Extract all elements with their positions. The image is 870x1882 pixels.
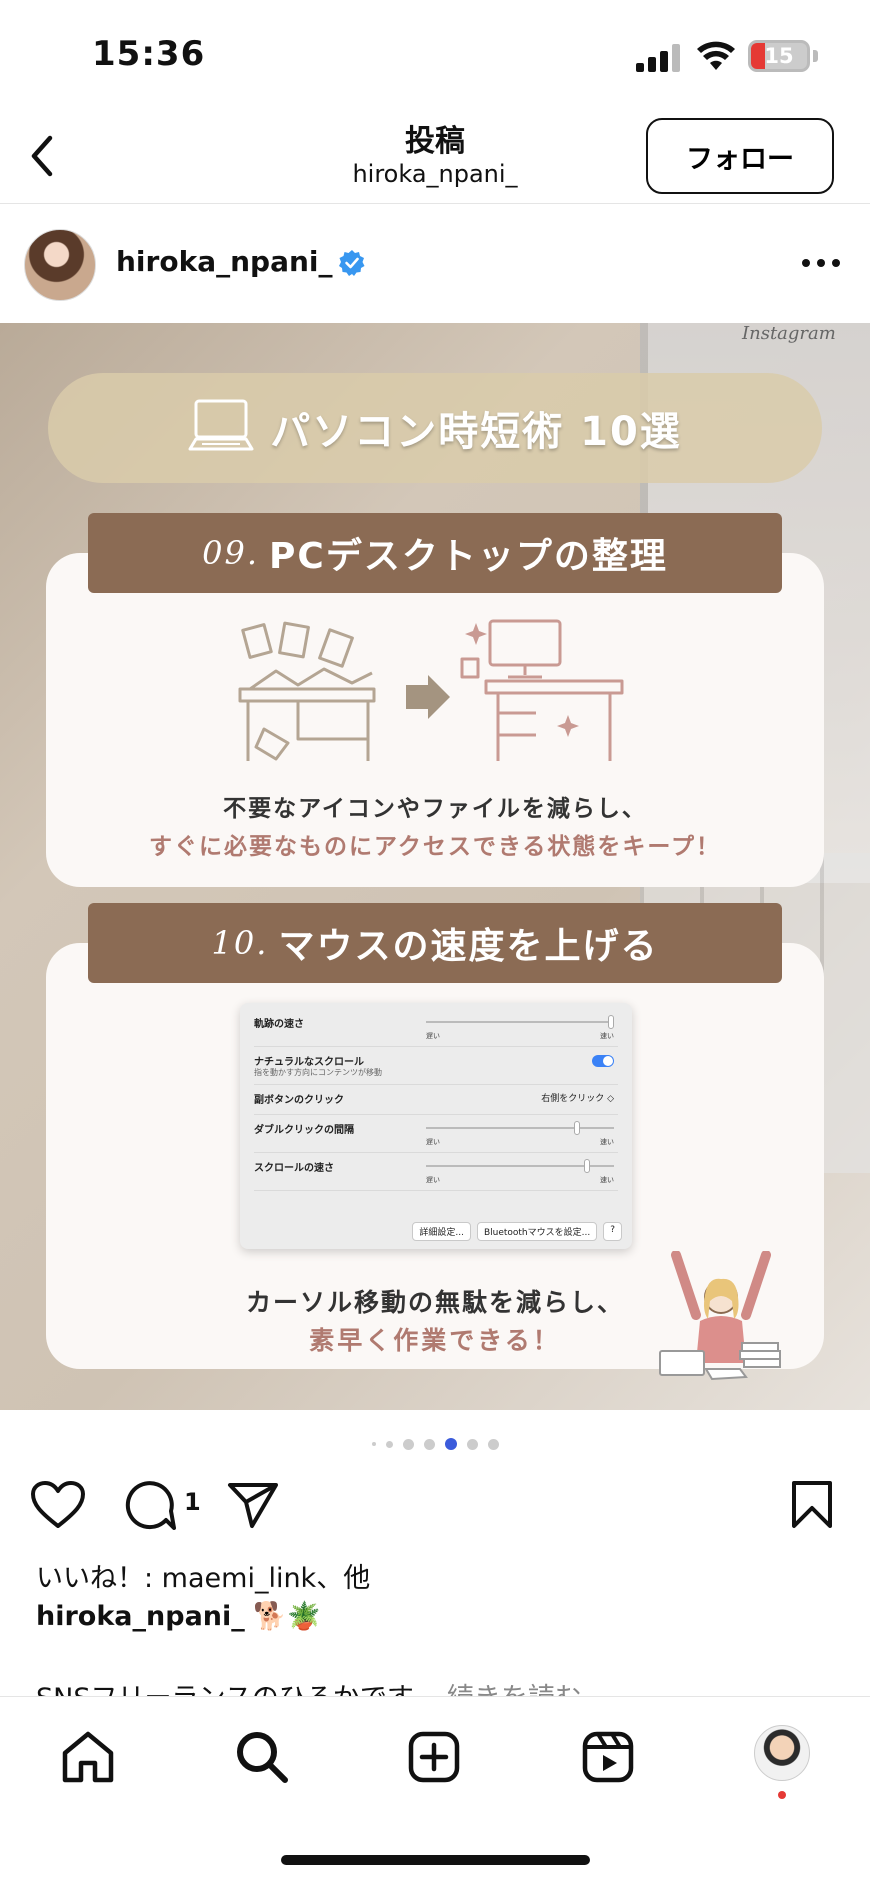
signal-icon bbox=[636, 44, 682, 72]
mouse-settings-screenshot: 軌跡の速さ 遅い 速い ナチュラルなスクロール 指を動かす方向にコンテンツが移動… bbox=[240, 1003, 632, 1249]
like-button[interactable] bbox=[30, 1480, 86, 1534]
carousel-pagination bbox=[0, 1434, 870, 1454]
notification-dot bbox=[778, 1791, 786, 1799]
tip-09-caption-line1: 不要なアイコンやファイルを減らし、 bbox=[223, 796, 647, 822]
double-click-label: ダブルクリックの間隔 bbox=[254, 1125, 354, 1136]
post-carousel-image[interactable]: Instagram パソコン時短術 10選 09. PCデスクトップの整理 不要… bbox=[0, 323, 870, 1410]
natural-scroll-description: 指を動かす方向にコンテンツが移動 bbox=[254, 1068, 382, 1077]
share-button[interactable] bbox=[226, 1480, 280, 1534]
bottom-navigation bbox=[0, 1696, 870, 1882]
slide-banner-title: パソコン時短術 10選 bbox=[270, 409, 682, 455]
tip-10-title: マウスの速度を上げる bbox=[278, 926, 659, 967]
tip-09-title: PCデスクトップの整理 bbox=[269, 536, 668, 577]
top-navigation-bar: 投稿 hiroka_npani_ フォロー bbox=[0, 110, 870, 204]
carousel-dot bbox=[466, 1438, 478, 1450]
double-click-row: ダブルクリックの間隔 遅い 速い bbox=[254, 1115, 618, 1153]
double-click-slider bbox=[426, 1121, 614, 1135]
verified-badge-icon bbox=[339, 250, 365, 276]
post-caption: hiroka_npani_ 🐕🪴 bbox=[36, 1600, 321, 1632]
more-options-icon[interactable] bbox=[800, 257, 842, 271]
status-time: 15:36 bbox=[92, 34, 206, 74]
double-click-max: 速い bbox=[600, 1138, 614, 1146]
tracking-speed-slider bbox=[426, 1015, 614, 1029]
post-header: hiroka_npani_ bbox=[0, 205, 870, 323]
plus-square-icon bbox=[408, 1731, 460, 1783]
tip-10-title-bar: 10. マウスの速度を上げる bbox=[88, 903, 782, 983]
tip-09-number: 09. bbox=[202, 534, 260, 572]
desk-before-after-illustration bbox=[238, 619, 624, 761]
natural-scroll-row: ナチュラルなスクロール 指を動かす方向にコンテンツが移動 bbox=[254, 1047, 618, 1085]
nav-home[interactable] bbox=[58, 1727, 118, 1787]
tip-10-number: 10. bbox=[211, 924, 269, 962]
battery-cap bbox=[813, 50, 818, 62]
tip-09-title-bar: 09. PCデスクトップの整理 bbox=[88, 513, 782, 593]
scroll-speed-slider bbox=[426, 1159, 614, 1173]
wifi-icon bbox=[697, 41, 735, 70]
post-actions: 1 bbox=[0, 1472, 870, 1536]
author-avatar[interactable] bbox=[24, 229, 96, 301]
battery-level: 15 bbox=[764, 44, 794, 68]
search-icon bbox=[237, 1732, 288, 1783]
cheering-person-illustration bbox=[659, 1251, 781, 1381]
laptop-icon bbox=[188, 399, 254, 451]
natural-scroll-toggle bbox=[592, 1055, 614, 1067]
home-indicator bbox=[281, 1855, 590, 1865]
battery-icon: 15 bbox=[748, 40, 810, 72]
home-icon bbox=[62, 1731, 114, 1783]
double-click-min: 遅い bbox=[426, 1138, 440, 1146]
carousel-dot bbox=[402, 1438, 414, 1450]
tracking-speed-min: 遅い bbox=[426, 1032, 440, 1040]
slide-banner: パソコン時短術 10選 bbox=[48, 373, 822, 483]
comment-button[interactable] bbox=[122, 1480, 176, 1536]
likes-summary[interactable]: いいね！: maemi_link、他 bbox=[36, 1556, 370, 1595]
secondary-click-select: 右側をクリック ◇ bbox=[541, 1094, 614, 1104]
scroll-speed-label: スクロールの速さ bbox=[254, 1163, 334, 1174]
carousel-dot bbox=[385, 1440, 393, 1448]
advanced-settings-button: 詳細設定... bbox=[412, 1222, 471, 1241]
carousel-dot bbox=[423, 1438, 435, 1450]
scroll-speed-min: 遅い bbox=[426, 1176, 440, 1184]
nav-reels[interactable] bbox=[578, 1727, 638, 1787]
nav-profile-avatar[interactable] bbox=[754, 1725, 810, 1781]
carousel-dot bbox=[371, 1442, 376, 1446]
heart-icon bbox=[31, 1481, 85, 1528]
paper-plane-icon bbox=[228, 1483, 278, 1528]
natural-scroll-label: ナチュラルなスクロール bbox=[254, 1057, 364, 1068]
scroll-speed-row: スクロールの速さ 遅い 速い bbox=[254, 1153, 618, 1191]
tracking-speed-label: 軌跡の速さ bbox=[254, 1019, 304, 1030]
caption-emoji: 🐕🪴 bbox=[253, 1601, 321, 1632]
nav-create[interactable] bbox=[404, 1727, 464, 1787]
scroll-speed-max: 速い bbox=[600, 1176, 614, 1184]
comment-count: 1 bbox=[184, 1488, 201, 1516]
bookmark-icon bbox=[792, 1481, 832, 1528]
nav-search[interactable] bbox=[232, 1727, 292, 1787]
comment-icon bbox=[125, 1481, 176, 1530]
save-button[interactable] bbox=[790, 1480, 834, 1534]
help-button: ? bbox=[603, 1222, 622, 1241]
carousel-dot bbox=[444, 1438, 457, 1450]
background-watermark: Instagram bbox=[742, 323, 836, 344]
follow-button[interactable]: フォロー bbox=[646, 118, 834, 194]
tracking-speed-row: 軌跡の速さ 遅い 速い bbox=[254, 1009, 618, 1047]
carousel-dot bbox=[487, 1438, 499, 1450]
author-username[interactable]: hiroka_npani_ bbox=[116, 245, 333, 278]
caption-username[interactable]: hiroka_npani_ bbox=[36, 1601, 245, 1632]
reels-icon bbox=[582, 1731, 634, 1783]
bluetooth-mouse-button: Bluetoothマウスを設定... bbox=[476, 1222, 598, 1241]
secondary-click-label: 副ボタンのクリック bbox=[254, 1095, 344, 1106]
settings-buttons: 詳細設定... Bluetoothマウスを設定... ? bbox=[412, 1222, 622, 1241]
tip-09-caption-line2: すぐに必要なものにアクセスできる状態をキープ！ bbox=[148, 834, 721, 860]
status-bar: 15:36 15 bbox=[0, 0, 870, 110]
secondary-click-row: 副ボタンのクリック 右側をクリック ◇ bbox=[254, 1085, 618, 1115]
tracking-speed-max: 速い bbox=[600, 1032, 614, 1040]
